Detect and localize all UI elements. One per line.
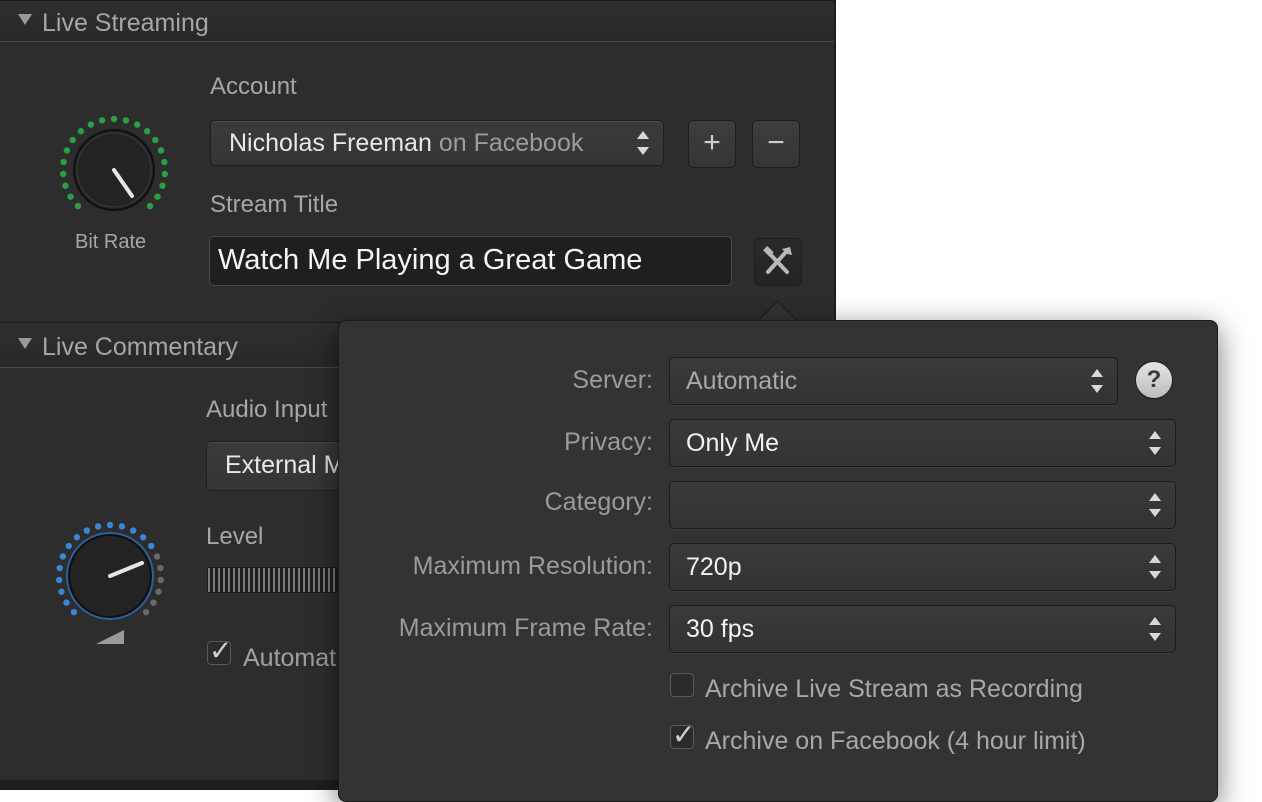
- framerate-value: 30 fps: [686, 615, 755, 643]
- account-name: Nicholas Freeman: [229, 129, 432, 157]
- resolution-label: Maximum Resolution:: [412, 552, 653, 580]
- level-meter: [207, 567, 344, 593]
- knob-dot: [153, 553, 161, 560]
- level-label: Level: [206, 523, 264, 550]
- live-streaming-title: Live Streaming: [42, 9, 209, 37]
- framerate-popup[interactable]: 30 fps: [669, 605, 1176, 653]
- knob-dot: [63, 599, 70, 606]
- stream-settings-popover: Server: Automatic ? Privacy: Only Me Cat…: [338, 320, 1218, 802]
- knob-dot: [59, 170, 67, 178]
- audio-input-label: Audio Input: [206, 396, 328, 423]
- stream-title-label: Stream Title: [210, 191, 339, 218]
- knob-dot: [122, 117, 130, 124]
- knob-dot: [55, 576, 63, 584]
- knob-dot: [133, 121, 141, 128]
- bitrate-knob[interactable]: [56, 114, 174, 220]
- knob-dot: [56, 564, 63, 572]
- remove-account-button[interactable]: −: [752, 120, 800, 168]
- knob-dot: [62, 182, 69, 189]
- knob-dot: [87, 121, 95, 128]
- disclosure-triangle-icon[interactable]: [18, 14, 32, 25]
- updown-arrows-icon: [1149, 616, 1161, 642]
- account-service: on Facebook: [438, 129, 584, 157]
- knob-dot: [58, 588, 65, 595]
- account-popup-text: Nicholas Freeman on Facebook: [229, 129, 583, 158]
- knob-dot: [155, 588, 162, 595]
- knob-dot: [60, 158, 67, 166]
- knob-dot: [157, 576, 165, 584]
- stream-settings-button[interactable]: [754, 238, 802, 286]
- updown-arrows-icon: [1149, 430, 1161, 456]
- knob-dot: [150, 599, 157, 606]
- category-popup[interactable]: [669, 481, 1176, 529]
- server-value: Automatic: [686, 367, 798, 395]
- knob-dot: [106, 521, 114, 529]
- live-streaming-header[interactable]: Live Streaming: [0, 0, 834, 42]
- knob-dot: [146, 202, 154, 210]
- stream-title-field[interactable]: Watch Me Playing a Great Game: [209, 236, 732, 286]
- checkmark-icon: ✓: [209, 634, 233, 667]
- knob-dot: [63, 147, 71, 154]
- privacy-popup[interactable]: Only Me: [669, 419, 1176, 467]
- knob-dot: [69, 136, 76, 144]
- knob-dot: [94, 523, 102, 530]
- category-label: Category:: [544, 488, 653, 516]
- knob-dot: [157, 564, 164, 572]
- knob-dot: [159, 182, 166, 189]
- updown-arrows-icon: [1149, 554, 1161, 580]
- help-button[interactable]: ?: [1135, 361, 1173, 399]
- knob-dot: [143, 128, 151, 135]
- checkmark-icon: ✓: [672, 718, 696, 751]
- framerate-label: Maximum Frame Rate:: [398, 614, 653, 642]
- knob-dot: [129, 527, 137, 534]
- archive-facebook-label: Archive on Facebook (4 hour limit): [705, 727, 1086, 755]
- updown-arrows-icon: [637, 130, 649, 156]
- knob-dot: [70, 608, 78, 616]
- volume-ramp-icon: [96, 630, 124, 644]
- archive-recording-label: Archive Live Stream as Recording: [705, 675, 1083, 703]
- audio-input-value: External M: [225, 451, 345, 479]
- privacy-label: Privacy:: [564, 428, 653, 456]
- knob-dot: [118, 523, 126, 530]
- add-account-button[interactable]: +: [688, 120, 736, 168]
- knob-dot: [152, 136, 159, 144]
- tools-icon: [763, 246, 792, 274]
- knob-dot: [59, 553, 67, 560]
- updown-arrows-icon: [1091, 368, 1103, 394]
- bitrate-label: Bit Rate: [75, 231, 147, 253]
- auto-label: Automat: [243, 644, 337, 672]
- knob-dot: [74, 202, 82, 210]
- knob-dot: [98, 117, 106, 124]
- level-knob[interactable]: [50, 518, 170, 648]
- disclosure-triangle-icon[interactable]: [18, 338, 32, 349]
- server-popup[interactable]: Automatic: [669, 357, 1118, 405]
- knob-dot: [161, 170, 169, 178]
- account-popup[interactable]: Nicholas Freeman on Facebook: [210, 120, 664, 166]
- knob-dot: [142, 608, 150, 616]
- knob-dot: [73, 534, 81, 541]
- archive-recording-checkbox[interactable]: ✓: [670, 673, 694, 697]
- knob-dot: [139, 534, 147, 541]
- knob-dot: [65, 542, 72, 550]
- updown-arrows-icon: [1149, 492, 1161, 518]
- knob-dot: [161, 158, 168, 166]
- archive-facebook-checkbox[interactable]: ✓: [670, 718, 695, 751]
- knob-dot: [110, 115, 118, 123]
- knob-dot: [67, 193, 74, 200]
- knob-dot: [77, 128, 85, 135]
- account-label: Account: [210, 73, 297, 100]
- privacy-value: Only Me: [686, 429, 780, 457]
- server-label: Server:: [572, 366, 653, 394]
- knob-dot: [148, 542, 155, 550]
- live-commentary-title: Live Commentary: [42, 333, 238, 361]
- resolution-popup[interactable]: 720p: [669, 543, 1176, 591]
- knob-dot: [83, 527, 91, 534]
- resolution-value: 720p: [686, 553, 742, 581]
- knob-dot: [154, 193, 161, 200]
- knob-dot: [157, 147, 165, 154]
- auto-checkbox[interactable]: ✓: [207, 634, 232, 667]
